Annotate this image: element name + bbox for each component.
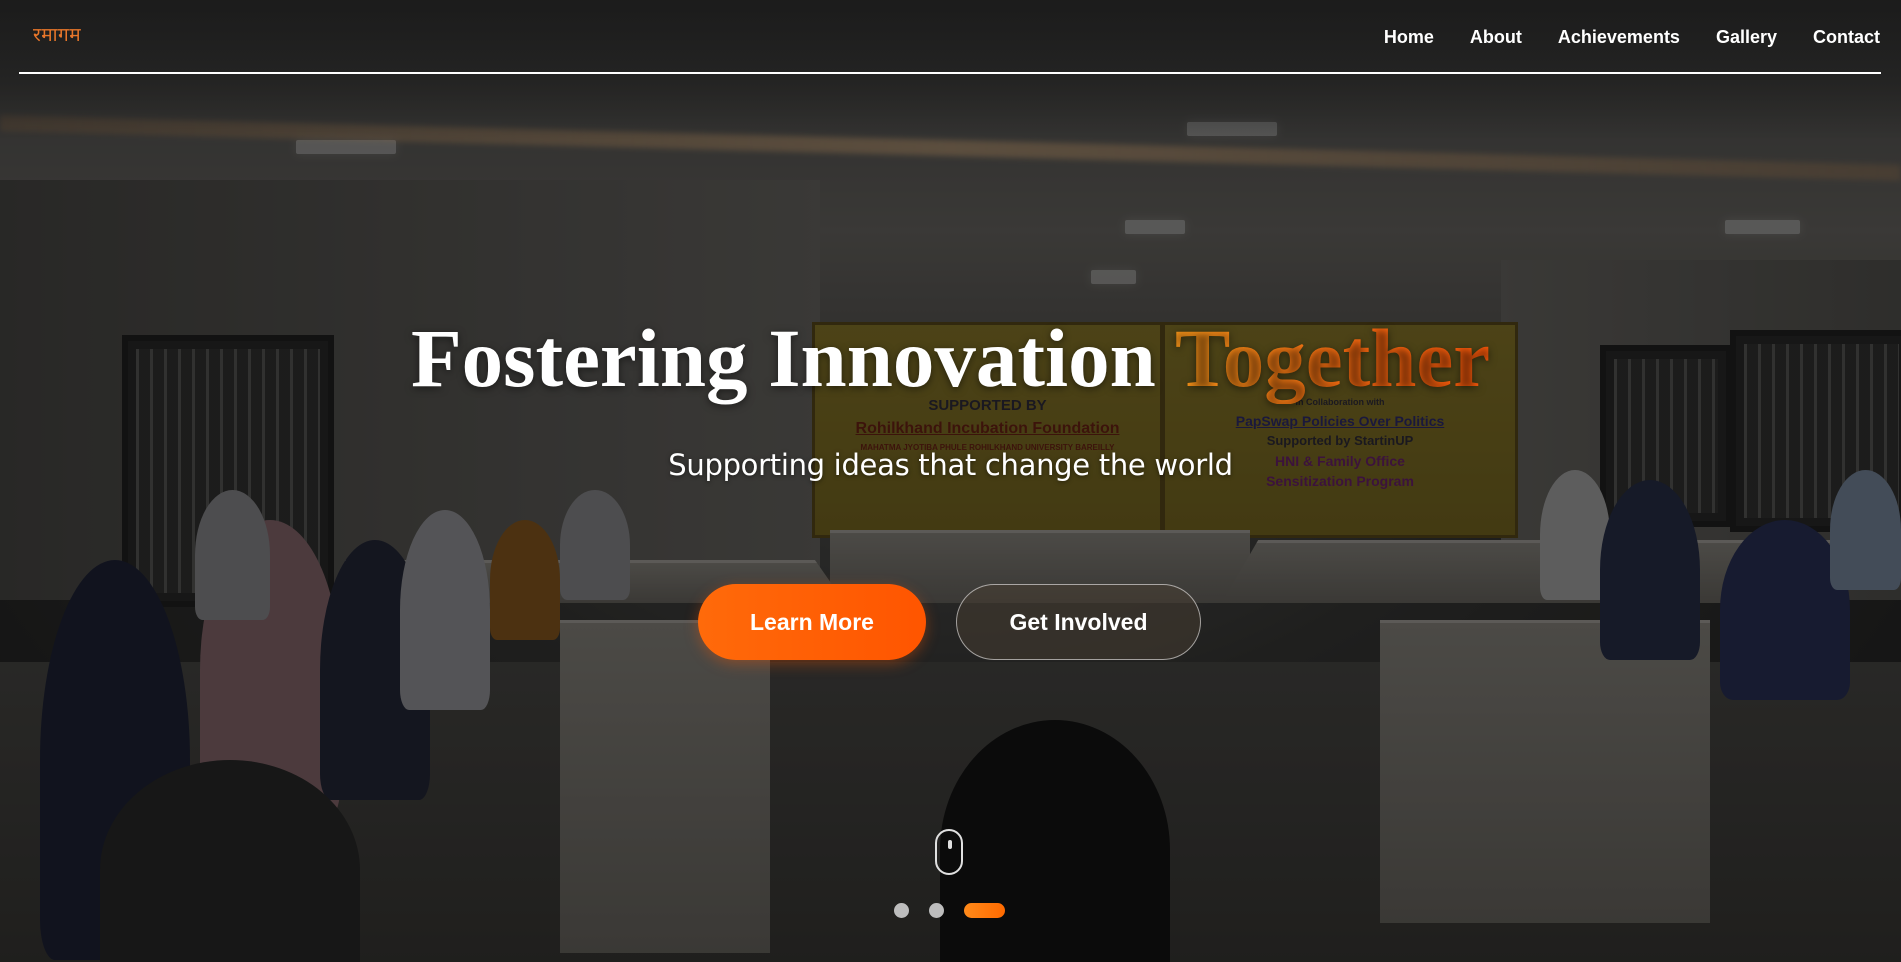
nav-link-about[interactable]: About xyxy=(1470,27,1522,48)
nav-links: Home About Achievements Gallery Contact xyxy=(1348,27,1880,48)
hero-title: Fostering Innovation Together xyxy=(0,308,1901,408)
slider-dots xyxy=(894,903,1005,918)
site-logo[interactable]: रमागम xyxy=(33,21,81,47)
slider-dot-1[interactable] xyxy=(894,903,909,918)
navbar: रमागम Home About Achievements Gallery Co… xyxy=(0,0,1901,74)
learn-more-button[interactable]: Learn More xyxy=(698,584,926,660)
mouse-scroll-icon[interactable] xyxy=(935,829,963,875)
nav-link-achievements[interactable]: Achievements xyxy=(1558,27,1680,48)
mouse-wheel xyxy=(948,840,952,849)
hero-subtitle: Supporting ideas that change the world xyxy=(668,448,1233,482)
navbar-divider xyxy=(19,72,1881,74)
nav-link-home[interactable]: Home xyxy=(1384,27,1434,48)
hero-section: SUPPORTED BY Rohilkhand Incubation Found… xyxy=(0,0,1901,962)
slider-dot-3-active[interactable] xyxy=(964,903,1005,918)
hero-title-accent: Together xyxy=(1174,312,1491,404)
hero-title-main: Fostering Innovation xyxy=(410,312,1175,404)
nav-link-gallery[interactable]: Gallery xyxy=(1716,27,1777,48)
get-involved-button[interactable]: Get Involved xyxy=(956,584,1201,660)
nav-link-contact[interactable]: Contact xyxy=(1813,27,1880,48)
slider-dot-2[interactable] xyxy=(929,903,944,918)
